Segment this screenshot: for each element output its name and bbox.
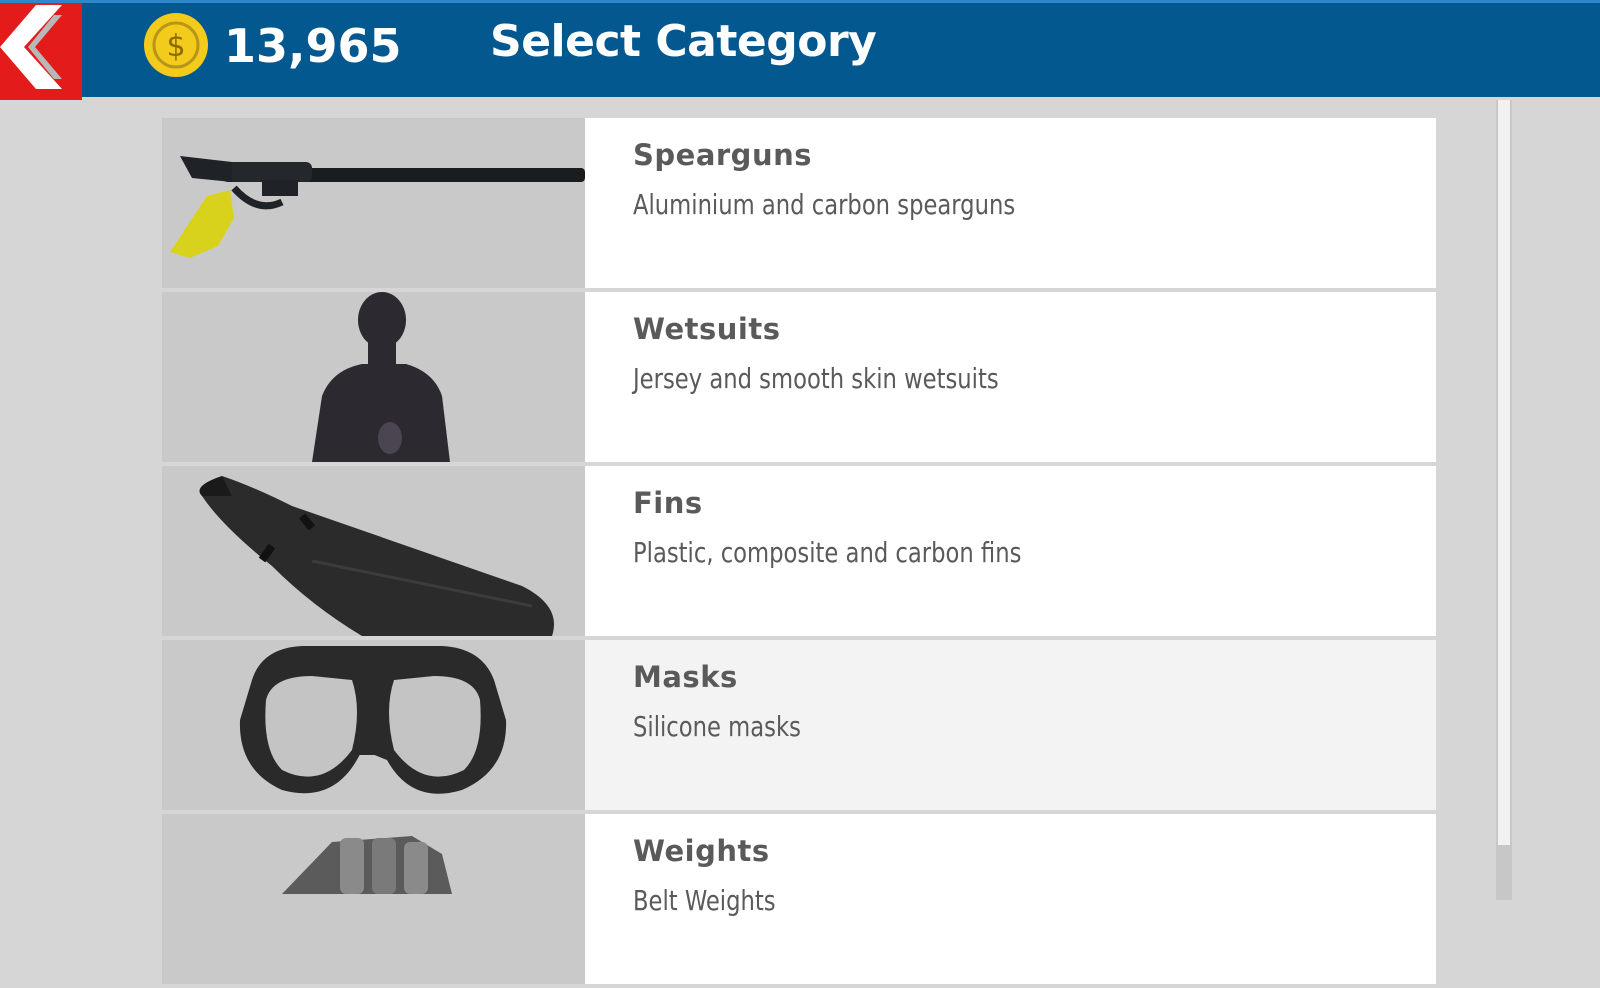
category-name: Masks <box>633 660 738 694</box>
chevron-left-icon <box>0 5 62 89</box>
category-info: Wetsuits Jersey and smooth skin wetsuits <box>585 292 1436 462</box>
mask-thumbnail <box>162 640 585 810</box>
category-row-spearguns[interactable]: Spearguns Aluminium and carbon spearguns <box>162 118 1436 288</box>
category-description: Jersey and smooth skin wetsuits <box>633 362 999 395</box>
category-description: Plastic, composite and carbon fins <box>633 536 1022 569</box>
speargun-icon <box>170 156 585 258</box>
fins-thumbnail <box>162 466 585 636</box>
coin-icon: $ <box>143 12 209 78</box>
weights-icon <box>282 836 452 894</box>
coin-balance: 13,965 <box>224 19 402 73</box>
wetsuit-icon <box>312 292 450 462</box>
category-name: Weights <box>633 834 770 868</box>
top-bar: $ 13,965 Select Category <box>0 0 1600 100</box>
category-list: Spearguns Aluminium and carbon spearguns… <box>162 118 1436 988</box>
wetsuit-thumbnail <box>162 292 585 462</box>
fins-icon <box>199 476 554 636</box>
category-name: Wetsuits <box>633 312 781 346</box>
category-row-masks[interactable]: Masks Silicone masks <box>162 640 1436 810</box>
category-description: Silicone masks <box>633 710 801 743</box>
category-name: Spearguns <box>633 138 812 172</box>
coin-symbol: $ <box>166 29 185 64</box>
category-description: Aluminium and carbon spearguns <box>633 188 1016 221</box>
category-row-wetsuits[interactable]: Wetsuits Jersey and smooth skin wetsuits <box>162 292 1436 462</box>
page-title: Select Category <box>490 16 877 67</box>
scrollbar-thumb[interactable] <box>1498 100 1510 845</box>
category-description: Belt Weights <box>633 884 776 917</box>
category-info: Fins Plastic, composite and carbon fins <box>585 466 1436 636</box>
back-button[interactable] <box>0 3 82 100</box>
speargun-thumbnail <box>162 118 585 288</box>
category-row-weights[interactable]: Weights Belt Weights <box>162 814 1436 984</box>
category-name: Fins <box>633 486 703 520</box>
weights-thumbnail <box>162 814 585 984</box>
category-info: Spearguns Aluminium and carbon spearguns <box>585 118 1436 288</box>
category-row-fins[interactable]: Fins Plastic, composite and carbon fins <box>162 466 1436 636</box>
category-info: Weights Belt Weights <box>585 814 1436 984</box>
mask-icon <box>239 646 507 794</box>
category-info: Masks Silicone masks <box>585 640 1436 810</box>
